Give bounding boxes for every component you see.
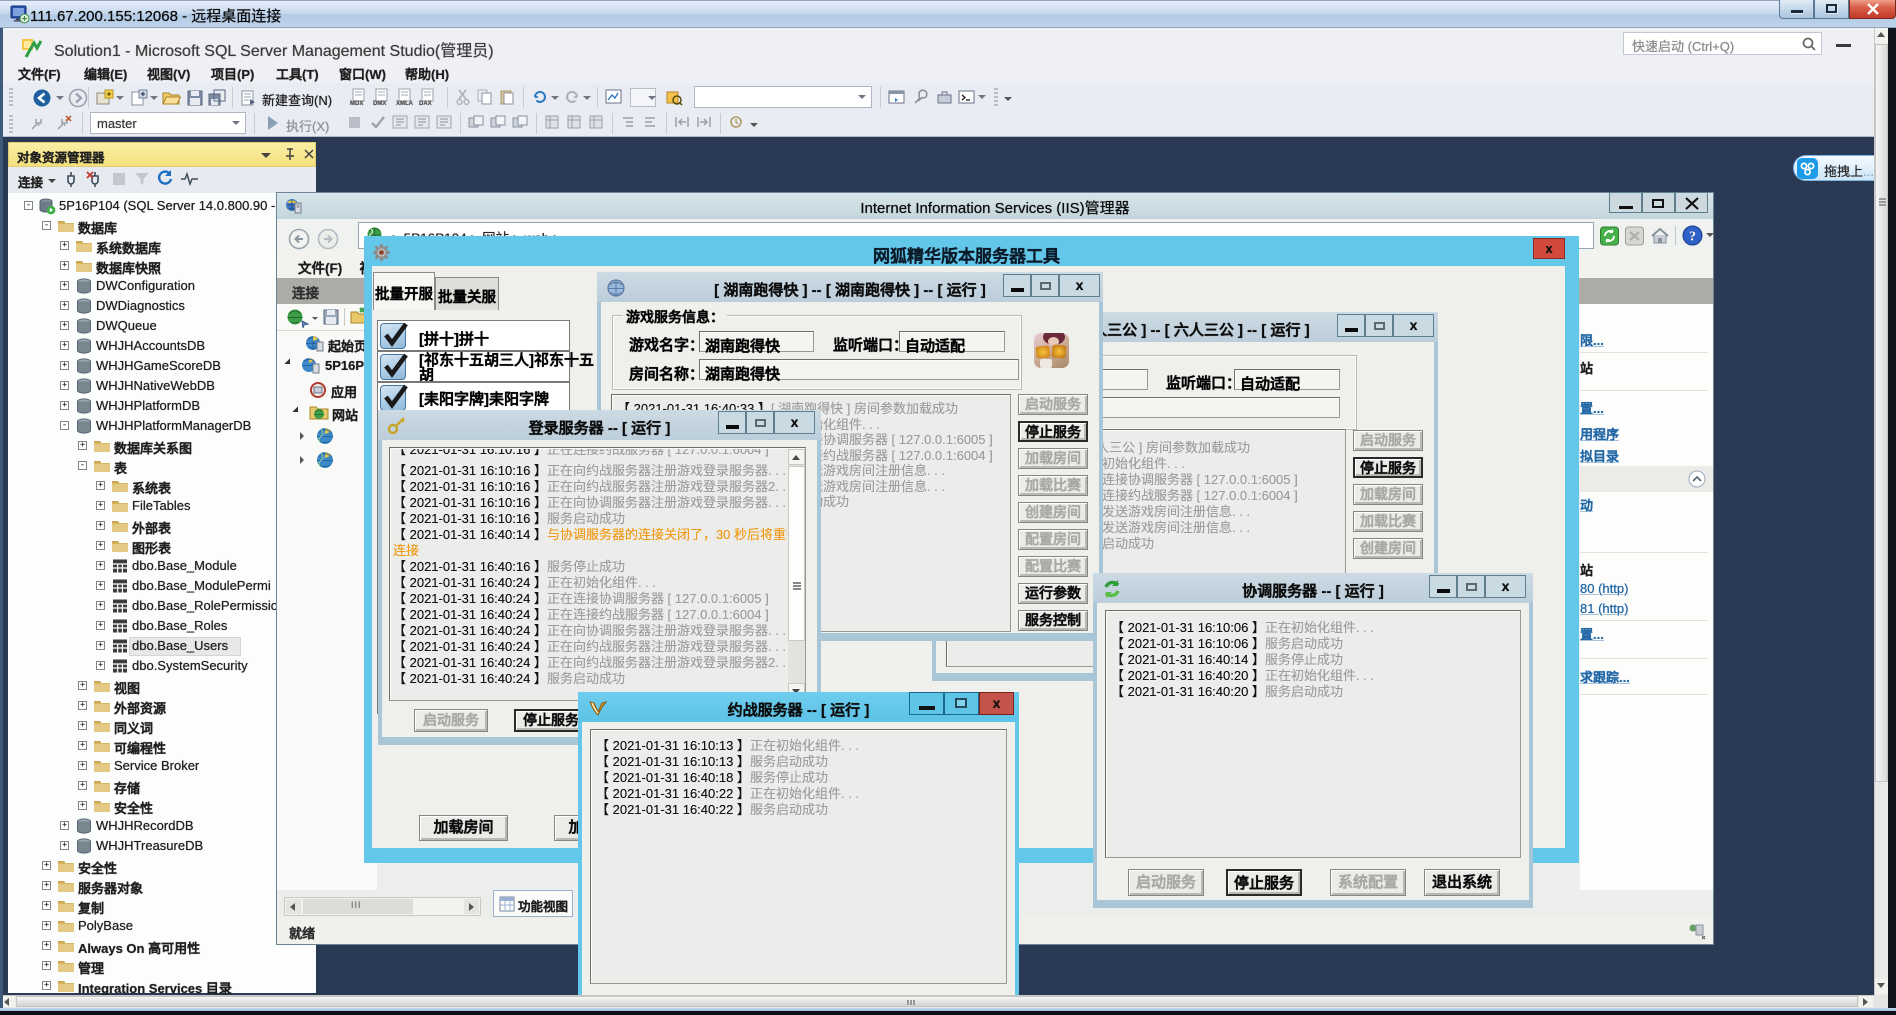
svg-text:?: ? [1689, 230, 1696, 245]
